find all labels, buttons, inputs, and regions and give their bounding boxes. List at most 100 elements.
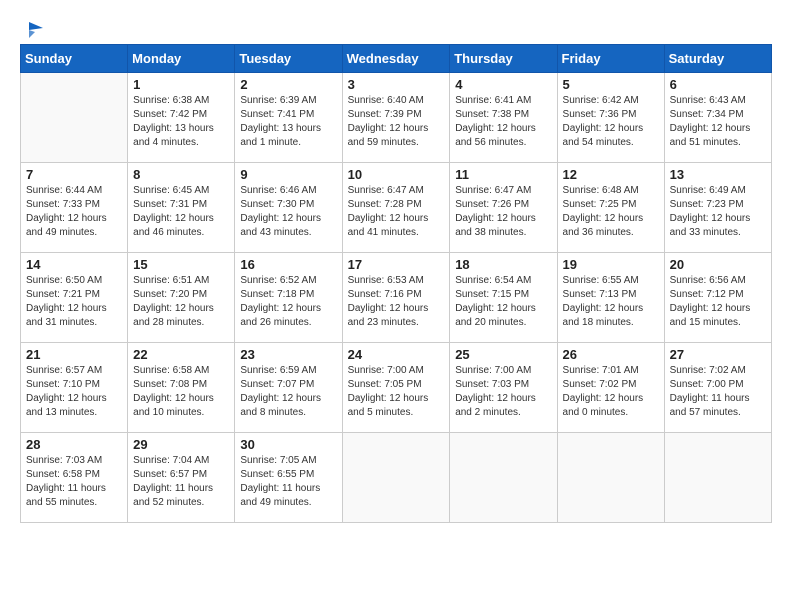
day-number: 26 [563, 347, 659, 362]
calendar-cell: 13 Sunrise: 6:49 AM Sunset: 7:23 PM Dayli… [664, 163, 771, 253]
calendar-cell: 19 Sunrise: 6:55 AM Sunset: 7:13 PM Dayli… [557, 253, 664, 343]
day-info: Sunrise: 7:03 AM Sunset: 6:58 PM Dayligh… [26, 454, 122, 510]
week-row-1: 1 Sunrise: 6:38 AM Sunset: 7:42 PM Daylig… [21, 73, 772, 163]
calendar-cell: 24 Sunrise: 7:00 AM Sunset: 7:05 PM Dayli… [342, 343, 450, 433]
day-info: Sunrise: 6:47 AM Sunset: 7:26 PM Dayligh… [455, 184, 551, 240]
day-number: 25 [455, 347, 551, 362]
calendar-cell [450, 433, 557, 523]
calendar-cell: 29Sunrise: 7:04 AM Sunset: 6:57 PM Dayli… [128, 433, 235, 523]
day-info: Sunrise: 6:38 AM Sunset: 7:42 PM Dayligh… [133, 94, 229, 150]
day-info: Sunrise: 7:05 AM Sunset: 6:55 PM Dayligh… [240, 454, 336, 510]
calendar-cell: 8 Sunrise: 6:45 AM Sunset: 7:31 PM Daylig… [128, 163, 235, 253]
day-info: Sunrise: 6:45 AM Sunset: 7:31 PM Dayligh… [133, 184, 229, 240]
day-info: Sunrise: 6:56 AM Sunset: 7:12 PM Dayligh… [670, 274, 766, 330]
col-header-friday: Friday [557, 45, 664, 73]
calendar-cell: 28 Sunrise: 7:03 AM Sunset: 6:58 PM Dayli… [21, 433, 128, 523]
calendar-cell: 25 Sunrise: 7:00 AM Sunset: 7:03 PM Dayli… [450, 343, 557, 433]
day-number: 17 [348, 257, 445, 272]
day-info: Sunrise: 6:46 AM Sunset: 7:30 PM Dayligh… [240, 184, 336, 240]
day-number: 9 [240, 167, 336, 182]
calendar-cell [21, 73, 128, 163]
day-info: Sunrise: 6:52 AM Sunset: 7:18 PM Dayligh… [240, 274, 336, 330]
calendar-cell: 20Sunrise: 6:56 AM Sunset: 7:12 PM Dayli… [664, 253, 771, 343]
col-header-tuesday: Tuesday [235, 45, 342, 73]
calendar-cell: 26 Sunrise: 7:01 AM Sunset: 7:02 PM Dayli… [557, 343, 664, 433]
page-header [20, 20, 772, 34]
day-number: 18 [455, 257, 551, 272]
day-info: Sunrise: 6:42 AM Sunset: 7:36 PM Dayligh… [563, 94, 659, 150]
calendar-cell: 10 Sunrise: 6:47 AM Sunset: 7:28 PM Dayli… [342, 163, 450, 253]
calendar-cell: 23 Sunrise: 6:59 AM Sunset: 7:07 PM Dayli… [235, 343, 342, 433]
day-info: Sunrise: 7:04 AM Sunset: 6:57 PM Dayligh… [133, 454, 229, 510]
day-number: 21 [26, 347, 122, 362]
day-number: 6 [670, 77, 766, 92]
week-row-2: 7 Sunrise: 6:44 AM Sunset: 7:33 PM Daylig… [21, 163, 772, 253]
calendar-cell [342, 433, 450, 523]
calendar-cell: 1 Sunrise: 6:38 AM Sunset: 7:42 PM Daylig… [128, 73, 235, 163]
day-info: Sunrise: 6:58 AM Sunset: 7:08 PM Dayligh… [133, 364, 229, 420]
col-header-sunday: Sunday [21, 45, 128, 73]
day-number: 4 [455, 77, 551, 92]
calendar-cell: 16 Sunrise: 6:52 AM Sunset: 7:18 PM Dayli… [235, 253, 342, 343]
col-header-monday: Monday [128, 45, 235, 73]
day-number: 28 [26, 437, 122, 452]
day-info: Sunrise: 7:02 AM Sunset: 7:00 PM Dayligh… [670, 364, 766, 420]
day-info: Sunrise: 7:01 AM Sunset: 7:02 PM Dayligh… [563, 364, 659, 420]
calendar-cell: 3Sunrise: 6:40 AM Sunset: 7:39 PM Daylig… [342, 73, 450, 163]
day-info: Sunrise: 7:00 AM Sunset: 7:05 PM Dayligh… [348, 364, 445, 420]
day-number: 15 [133, 257, 229, 272]
day-info: Sunrise: 6:47 AM Sunset: 7:28 PM Dayligh… [348, 184, 445, 240]
calendar-header-row: SundayMondayTuesdayWednesdayThursdayFrid… [21, 45, 772, 73]
day-number: 22 [133, 347, 229, 362]
day-number: 8 [133, 167, 229, 182]
day-info: Sunrise: 6:51 AM Sunset: 7:20 PM Dayligh… [133, 274, 229, 330]
col-header-saturday: Saturday [664, 45, 771, 73]
calendar-cell: 9 Sunrise: 6:46 AM Sunset: 7:30 PM Daylig… [235, 163, 342, 253]
day-info: Sunrise: 6:55 AM Sunset: 7:13 PM Dayligh… [563, 274, 659, 330]
day-info: Sunrise: 6:49 AM Sunset: 7:23 PM Dayligh… [670, 184, 766, 240]
day-number: 5 [563, 77, 659, 92]
day-info: Sunrise: 7:00 AM Sunset: 7:03 PM Dayligh… [455, 364, 551, 420]
day-info: Sunrise: 6:48 AM Sunset: 7:25 PM Dayligh… [563, 184, 659, 240]
calendar-cell: 14Sunrise: 6:50 AM Sunset: 7:21 PM Dayli… [21, 253, 128, 343]
calendar-cell: 21 Sunrise: 6:57 AM Sunset: 7:10 PM Dayli… [21, 343, 128, 433]
logo [20, 20, 44, 34]
day-number: 14 [26, 257, 122, 272]
day-number: 12 [563, 167, 659, 182]
day-info: Sunrise: 6:57 AM Sunset: 7:10 PM Dayligh… [26, 364, 122, 420]
day-number: 10 [348, 167, 445, 182]
calendar-cell: 15 Sunrise: 6:51 AM Sunset: 7:20 PM Dayli… [128, 253, 235, 343]
day-info: Sunrise: 6:43 AM Sunset: 7:34 PM Dayligh… [670, 94, 766, 150]
day-number: 1 [133, 77, 229, 92]
day-info: Sunrise: 6:53 AM Sunset: 7:16 PM Dayligh… [348, 274, 445, 330]
col-header-thursday: Thursday [450, 45, 557, 73]
day-number: 23 [240, 347, 336, 362]
calendar-cell: 18 Sunrise: 6:54 AM Sunset: 7:15 PM Dayli… [450, 253, 557, 343]
day-info: Sunrise: 6:41 AM Sunset: 7:38 PM Dayligh… [455, 94, 551, 150]
day-number: 27 [670, 347, 766, 362]
week-row-3: 14Sunrise: 6:50 AM Sunset: 7:21 PM Dayli… [21, 253, 772, 343]
day-number: 30 [240, 437, 336, 452]
day-info: Sunrise: 6:54 AM Sunset: 7:15 PM Dayligh… [455, 274, 551, 330]
day-number: 19 [563, 257, 659, 272]
day-number: 11 [455, 167, 551, 182]
calendar-cell: 22 Sunrise: 6:58 AM Sunset: 7:08 PM Dayli… [128, 343, 235, 433]
day-number: 24 [348, 347, 445, 362]
calendar-cell [664, 433, 771, 523]
calendar-cell: 30 Sunrise: 7:05 AM Sunset: 6:55 PM Dayli… [235, 433, 342, 523]
day-info: Sunrise: 6:59 AM Sunset: 7:07 PM Dayligh… [240, 364, 336, 420]
day-number: 16 [240, 257, 336, 272]
calendar-cell: 6 Sunrise: 6:43 AM Sunset: 7:34 PM Daylig… [664, 73, 771, 163]
calendar-cell: 4 Sunrise: 6:41 AM Sunset: 7:38 PM Daylig… [450, 73, 557, 163]
day-number: 7 [26, 167, 122, 182]
calendar-cell: 12 Sunrise: 6:48 AM Sunset: 7:25 PM Dayli… [557, 163, 664, 253]
calendar-cell: 2Sunrise: 6:39 AM Sunset: 7:41 PM Daylig… [235, 73, 342, 163]
logo-bird-icon [21, 20, 43, 38]
day-number: 13 [670, 167, 766, 182]
day-info: Sunrise: 6:44 AM Sunset: 7:33 PM Dayligh… [26, 184, 122, 240]
week-row-4: 21 Sunrise: 6:57 AM Sunset: 7:10 PM Dayli… [21, 343, 772, 433]
calendar-cell: 27 Sunrise: 7:02 AM Sunset: 7:00 PM Dayli… [664, 343, 771, 433]
day-info: Sunrise: 6:40 AM Sunset: 7:39 PM Dayligh… [348, 94, 445, 150]
calendar-cell: 11 Sunrise: 6:47 AM Sunset: 7:26 PM Dayli… [450, 163, 557, 253]
calendar-cell: 7 Sunrise: 6:44 AM Sunset: 7:33 PM Daylig… [21, 163, 128, 253]
